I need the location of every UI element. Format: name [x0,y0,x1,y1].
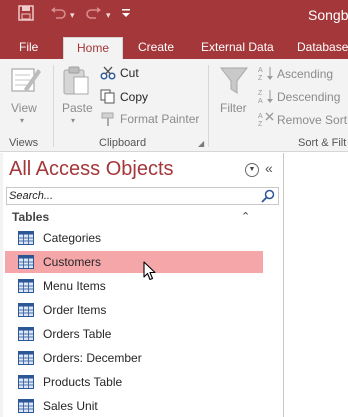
table-icon [18,327,34,346]
table-item-label: Products Table [43,375,123,389]
filter-button[interactable]: Filter [220,101,247,115]
table-item-sales-unit[interactable]: Sales Unit [5,395,263,417]
customize-toolbar-icon[interactable] [121,5,133,25]
group-label-clipboard: Clipboard [99,137,147,149]
descending-button[interactable]: Descending [277,90,340,104]
table-item-order-items[interactable]: Order Items [5,299,263,321]
redo-icon[interactable] [86,5,104,25]
app-title: Songbir [308,7,348,23]
table-icon [18,303,34,322]
table-item-label: Orders Table [43,327,112,341]
collapse-pane-icon[interactable]: « [265,160,273,176]
svg-text:Z: Z [258,75,263,81]
table-item-orders-december[interactable]: Orders: December [5,347,263,369]
tab-database[interactable]: Database [297,37,348,59]
ascending-button[interactable]: Ascending [277,67,333,81]
group-separator [53,65,54,147]
view-dropdown-icon[interactable]: ▾ [20,116,24,125]
svg-text:A: A [258,67,263,74]
tab-create[interactable]: Create [138,37,174,59]
remove-sort-button[interactable]: Remove Sort [277,113,347,127]
cut-icon[interactable] [100,66,116,85]
table-icon [18,351,34,370]
redo-dropdown-icon[interactable]: ▾ [106,5,116,25]
table-item-products-table[interactable]: Products Table [5,371,263,393]
tab-home[interactable]: Home [63,37,123,59]
table-item-label: Order Items [43,303,107,317]
table-icon [18,255,34,274]
svg-text:A: A [258,113,263,120]
undo-icon[interactable] [50,5,68,25]
table-item-label: Customers [43,255,102,269]
table-icon [18,231,34,250]
search-box [6,187,279,205]
table-item-orders-table[interactable]: Orders Table [5,323,263,345]
nav-pane-menu-icon[interactable]: ▼ [245,163,259,177]
clipboard-launcher-icon[interactable]: ◢ [198,139,204,148]
table-item-label: Sales Unit [43,399,98,413]
table-icon [18,279,34,298]
table-item-label: Categories [43,231,102,245]
tables-section-label: Tables [12,210,50,224]
cut-button[interactable]: Cut [120,66,139,80]
search-input[interactable] [9,189,257,203]
format-painter-button[interactable]: Format Painter [120,112,199,126]
table-item-customers[interactable]: Customers [5,251,263,273]
table-item-label: Orders: December [43,351,142,365]
remove-sort-icon[interactable]: AZ [258,111,276,132]
save-icon[interactable] [18,5,38,25]
descending-icon[interactable]: ZA [258,88,276,109]
table-icon [18,399,34,417]
group-label-views: Views [9,137,39,149]
view-icon[interactable] [10,65,42,100]
paste-icon[interactable] [61,66,91,101]
paste-button[interactable]: Paste [62,101,93,115]
view-button[interactable]: View [11,101,37,115]
tab-file[interactable]: File [19,37,38,59]
ribbon: View ▾ Views Paste ▾ Cut Copy Format Pai… [0,59,348,152]
group-label-sort-filter: Sort & Filt [298,137,347,149]
format-painter-icon[interactable] [100,112,116,132]
svg-text:Z: Z [258,121,263,127]
ascending-icon[interactable]: AZ [258,65,276,86]
nav-pane-title: All Access Objects [9,158,174,180]
paste-dropdown-icon[interactable]: ▾ [71,116,75,125]
filter-icon[interactable] [219,66,249,101]
group-separator [208,65,209,147]
ribbon-tabs: File Home Create External Data Database [0,37,348,59]
tables-section-header[interactable]: Tables ⌃ [3,208,283,228]
table-icon [18,375,34,394]
svg-text:A: A [258,98,263,104]
tab-external-data[interactable]: External Data [201,37,274,59]
table-item-menu-items[interactable]: Menu Items [5,275,263,297]
copy-icon[interactable] [100,89,116,109]
search-icon[interactable] [261,189,276,204]
table-item-label: Menu Items [43,279,106,293]
undo-dropdown-icon[interactable]: ▾ [70,5,80,25]
mouse-cursor-icon [143,261,157,286]
title-bar: ▾ ▾ Songbir [0,0,348,37]
document-area [285,153,348,417]
copy-button[interactable]: Copy [120,90,148,104]
table-item-categories[interactable]: Categories [5,227,263,249]
svg-text:Z: Z [258,90,263,97]
collapse-section-icon[interactable]: ⌃ [241,210,250,223]
